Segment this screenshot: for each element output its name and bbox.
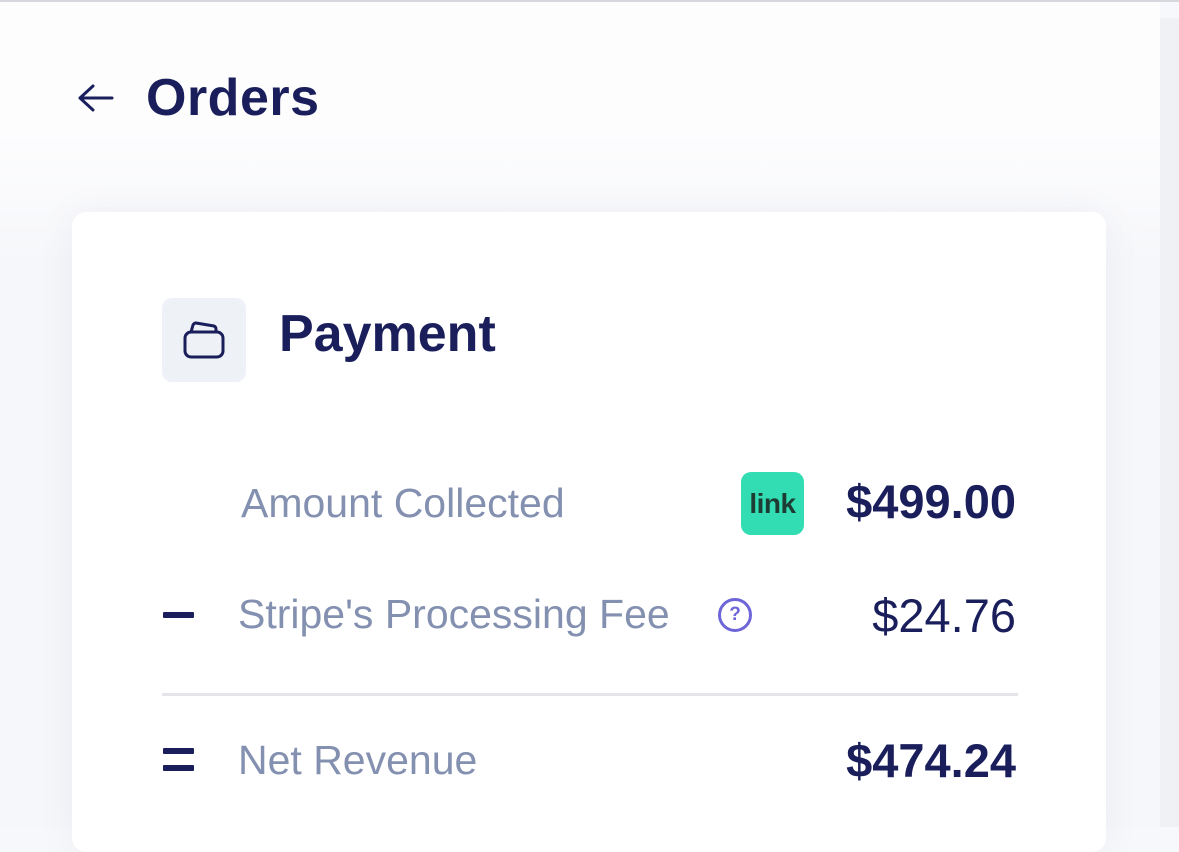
wallet-icon (183, 321, 225, 359)
net-revenue-row: Net Revenue $474.24 (72, 730, 1106, 790)
net-revenue-value: $474.24 (846, 734, 1016, 787)
page-header: Orders (76, 68, 320, 128)
back-button[interactable] (76, 78, 116, 118)
minus-icon (163, 612, 194, 618)
amount-collected-value: $499.00 (846, 475, 1016, 528)
question-circle-icon[interactable]: ? (718, 598, 752, 632)
orders-page: Orders Payment Amount Collected link $49… (0, 2, 1160, 852)
equals-bar-top (163, 748, 194, 754)
payment-icon-tile (162, 298, 246, 382)
divider (162, 693, 1018, 696)
processing-fee-label: Stripe's Processing Fee (238, 591, 670, 637)
arrow-left-icon (78, 84, 114, 112)
link-payment-badge: link (741, 472, 804, 535)
net-revenue-label: Net Revenue (238, 737, 478, 783)
amount-collected-row: Amount Collected link $499.00 (72, 472, 1106, 535)
processing-fee-value: $24.76 (872, 589, 1016, 642)
page-title: Orders (146, 69, 320, 127)
amount-collected-label: Amount Collected (241, 480, 565, 526)
scrollbar-track[interactable] (1160, 18, 1179, 827)
equals-bar-bottom (163, 765, 194, 771)
section-title: Payment (279, 305, 496, 363)
payment-card: Payment Amount Collected link $499.00 St… (72, 212, 1106, 852)
processing-fee-row: Stripe's Processing Fee ? $24.76 (72, 584, 1106, 644)
